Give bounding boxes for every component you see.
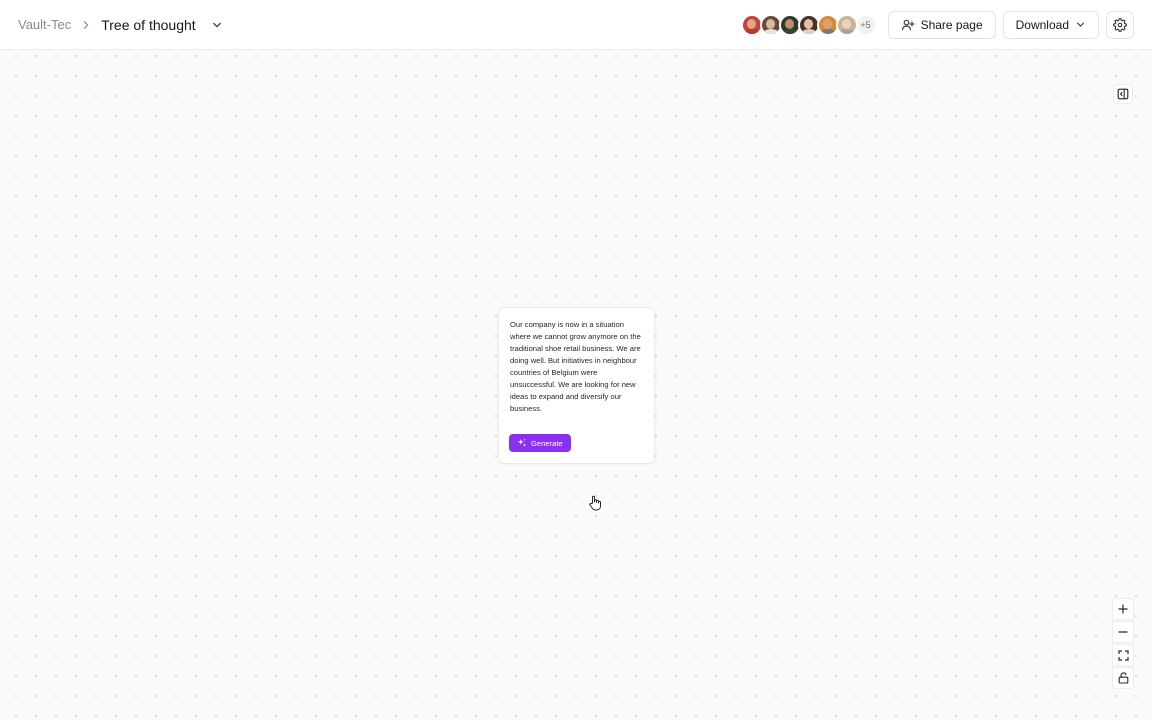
avatar-face [747,18,757,29]
header-actions: +5 Share page Download [740,10,1134,39]
sidebar-panel-icon [1117,88,1129,100]
prompt-node-text[interactable]: Our company is now in a situation where … [510,319,644,415]
lock-canvas-button[interactable] [1112,667,1134,689]
page-title-dropdown-button[interactable] [207,15,227,35]
share-page-button[interactable]: Share page [887,10,996,39]
zoom-out-button[interactable] [1112,621,1134,643]
chevron-down-icon [211,19,223,31]
avatar-face [842,18,852,29]
prompt-node-card[interactable]: Our company is now in a situation where … [498,307,655,464]
avatar-body [838,28,855,34]
lock-open-icon [1118,672,1129,684]
toggle-side-panel-button[interactable] [1113,84,1133,104]
avatar-body [762,28,779,34]
zoom-in-button[interactable] [1112,598,1134,620]
breadcrumb-workspace-link[interactable]: Vault-Tec [18,17,71,32]
settings-button[interactable] [1106,10,1134,39]
plus-icon [1118,604,1128,614]
gear-icon [1113,17,1127,32]
generate-button[interactable]: Generate [509,434,571,452]
download-label: Download [1015,17,1069,32]
minus-icon [1118,627,1128,637]
avatar-face [804,18,814,29]
sparkles-icon [517,438,527,448]
page-title[interactable]: Tree of thought [101,17,195,33]
download-button[interactable]: Download [1002,10,1099,39]
chevron-down-icon [1075,19,1086,30]
avatar-body [743,28,760,34]
top-bar: Vault-Tec Tree of thought +5 Share page … [0,0,1152,50]
share-page-label: Share page [920,17,983,32]
chevron-right-icon [80,19,92,31]
avatar-face [766,18,776,29]
fullscreen-icon [1117,649,1129,661]
more-collaborators-count[interactable]: +5 [854,13,877,36]
avatar-body [781,28,798,34]
avatar-face [785,18,795,29]
zoom-controls [1112,598,1134,689]
fit-view-button[interactable] [1112,644,1134,666]
collaborator-avatars[interactable]: +5 [740,13,877,36]
generate-label: Generate [531,438,563,448]
avatar-face [823,18,833,29]
avatar-body [819,28,836,34]
breadcrumb: Vault-Tec Tree of thought [18,15,227,35]
avatar-body [800,28,817,34]
hand-pointer-icon [588,495,602,511]
user-plus-icon [901,18,915,32]
avatar-6[interactable] [835,13,858,36]
